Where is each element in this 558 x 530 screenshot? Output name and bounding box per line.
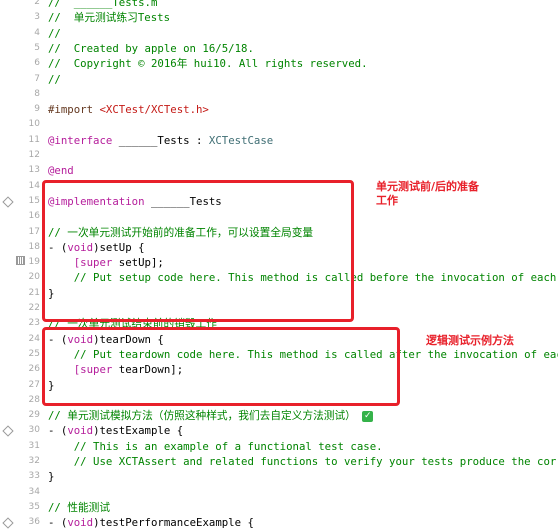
code-line[interactable]: 9 #import <XCTest/XCTest.h> — [0, 102, 558, 117]
line-number: 14 — [28, 180, 40, 191]
code-line[interactable]: 33} — [0, 469, 558, 484]
code-line[interactable]: 34 — [0, 485, 558, 500]
line-number: 35 — [28, 501, 40, 512]
code-text: // 性能测试 — [48, 500, 111, 514]
line-number: 3 — [34, 12, 40, 23]
code-text: @interface ______Tests : XCTestCase — [48, 133, 274, 147]
code-text: // This is an example of a functional te… — [48, 439, 383, 453]
code-line[interactable]: 7 // — [0, 72, 558, 87]
line-number: 24 — [28, 333, 40, 344]
line-number: 31 — [28, 440, 40, 451]
code-text: // Use XCTAssert and related functions t… — [48, 455, 558, 468]
line-number: 13 — [28, 165, 40, 176]
code-text: - (void)testExample { — [48, 424, 184, 438]
code-line[interactable]: 29 // 单元测试模拟方法（仿照这种样式，我们去自定义方法测试） ✓ — [0, 408, 558, 423]
line-number: 17 — [28, 226, 40, 237]
code-line[interactable]: 12 — [0, 148, 558, 163]
code-line[interactable]: 35 // 性能测试 — [0, 500, 558, 515]
code-line[interactable]: 4 // — [0, 26, 558, 41]
line-number: 9 — [34, 104, 40, 115]
line-number: 16 — [28, 211, 40, 222]
line-number: 11 — [28, 134, 40, 145]
line-number: 28 — [28, 394, 40, 405]
line-number: 20 — [28, 272, 40, 283]
code-line[interactable]: 13 @end — [0, 163, 558, 178]
code-line[interactable]: 32 // Use XCTAssert and related function… — [0, 454, 558, 469]
code-line[interactable]: 31 // This is an example of a functional… — [0, 439, 558, 454]
checkmark-icon: ✓ — [362, 410, 374, 422]
setup-teardown-highlight-box — [42, 180, 354, 322]
line-number: 23 — [28, 318, 40, 329]
code-text: // 单元测试模拟方法（仿照这种样式，我们去自定义方法测试） ✓ — [48, 409, 374, 423]
line-number: 6 — [34, 58, 40, 69]
line-number: 32 — [28, 456, 40, 466]
code-text: // 单元测试练习Tests — [48, 11, 171, 25]
code-line[interactable]: 5 // Created by apple on 16/5/18. — [0, 41, 558, 56]
code-line[interactable]: 36- (void)testPerformanceExample { — [0, 515, 558, 530]
code-text: // Created by apple on 16/5/18. — [48, 41, 254, 55]
logic-test-annotation: 逻辑测试示例方法 — [426, 334, 514, 348]
line-number: 2 — [34, 0, 40, 7]
code-text: // ______Tests.m — [48, 0, 158, 9]
code-line[interactable]: 2 // ______Tests.m — [0, 0, 558, 10]
line-number: 5 — [34, 42, 40, 53]
code-line[interactable]: 30- (void)testExample { — [0, 423, 558, 438]
code-text: // — [48, 72, 61, 86]
line-number: 7 — [34, 73, 40, 84]
line-number: 21 — [28, 287, 40, 298]
line-number: 10 — [28, 119, 40, 130]
line-number: 12 — [28, 150, 40, 160]
code-line[interactable]: 11 @interface ______Tests : XCTestCase — [0, 133, 558, 148]
code-text: @end — [48, 164, 74, 178]
line-number: 22 — [28, 303, 40, 313]
setup-teardown-annotation: 单元测试前/后的准备 工作 — [376, 180, 496, 208]
line-number: 34 — [28, 486, 40, 497]
code-text: - (void)testPerformanceExample { — [48, 516, 254, 530]
line-number: 25 — [28, 348, 40, 359]
line-number: 4 — [34, 27, 40, 38]
code-text: #import <XCTest/XCTest.h> — [48, 103, 209, 117]
code-text: // — [48, 26, 61, 40]
line-number: 27 — [28, 379, 40, 390]
line-number: 29 — [28, 410, 40, 421]
code-line[interactable]: 3 // 单元测试练习Tests — [0, 10, 558, 25]
test-example-highlight-box — [42, 327, 400, 406]
code-line[interactable]: 10 — [0, 117, 558, 132]
code-text: // Copyright © 2016年 hui10. All rights r… — [48, 57, 368, 71]
line-number: 33 — [28, 471, 40, 482]
code-text: } — [48, 470, 55, 484]
line-number: 19 — [28, 257, 40, 268]
line-number: 8 — [34, 88, 40, 99]
code-line[interactable]: 6 // Copyright © 2016年 hui10. All rights … — [0, 56, 558, 71]
line-number: 26 — [28, 364, 40, 375]
code-line[interactable]: 8 — [0, 87, 558, 102]
line-number: 18 — [28, 241, 40, 252]
